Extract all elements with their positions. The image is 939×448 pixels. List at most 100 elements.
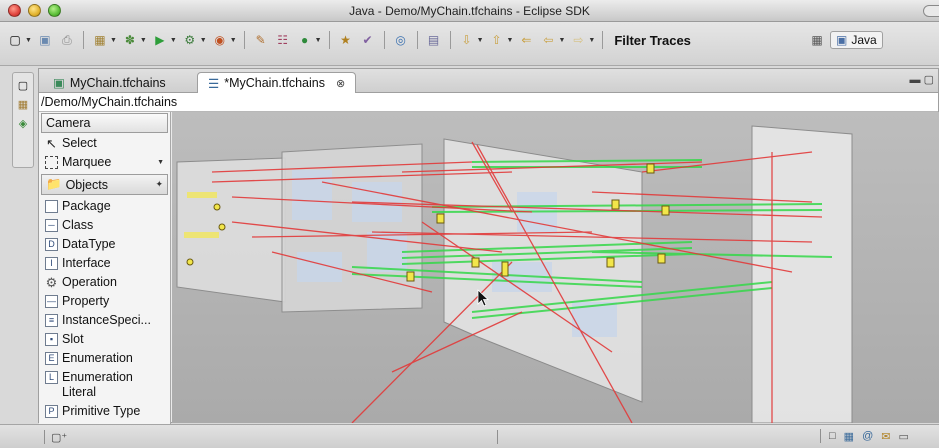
trace-visualization	[172, 112, 939, 423]
chevron-down-icon[interactable]: ▼	[110, 37, 117, 44]
palette-item-interface[interactable]: I Interface	[39, 254, 170, 273]
perspective-switcher: ▦ ▣ Java	[808, 29, 883, 51]
java-perspective-button[interactable]: ▣ Java	[830, 31, 883, 49]
palette-item-property[interactable]: — Property	[39, 292, 170, 311]
palette-item-primitive-type[interactable]: P Primitive Type	[39, 402, 170, 421]
palette-item-label: DataType	[62, 237, 116, 251]
hierarchy-icon[interactable]: ▦	[91, 31, 109, 49]
tab-mychain-dirty[interactable]: ☰ *MyChain.tfchains ⊗	[197, 72, 357, 93]
open-type-icon[interactable]: ★	[337, 31, 355, 49]
new-wizard-icon[interactable]: ▢	[6, 31, 24, 49]
package-icon	[45, 200, 58, 213]
javadoc-icon[interactable]: @	[862, 430, 873, 442]
restore-view-icon[interactable]: □	[829, 430, 836, 442]
interface-icon: I	[45, 257, 58, 270]
tfchains-file-icon: ▣	[53, 76, 65, 90]
forward-icon[interactable]: ⇨	[569, 31, 587, 49]
palette-item-label: Operation	[62, 275, 117, 289]
pin-icon[interactable]: ✦	[155, 179, 163, 190]
palette-item-label: Package	[62, 199, 111, 213]
palette-item-class[interactable]: ─ Class	[39, 216, 170, 235]
tab-mychain[interactable]: ▣ MyChain.tfchains	[43, 72, 176, 93]
palette-drawer-objects[interactable]: 📁 Objects ✦	[41, 174, 168, 195]
palette-item-enumeration[interactable]: E Enumeration	[39, 349, 170, 368]
model-plane[interactable]	[751, 125, 853, 423]
toggle-annotation-icon[interactable]: ▤	[425, 31, 443, 49]
slot-icon: ▪	[45, 333, 58, 346]
palette-item-datatype[interactable]: D DataType	[39, 235, 170, 254]
package-explorer-icon[interactable]: ▦	[13, 98, 33, 111]
open-perspective-icon[interactable]: ▦	[808, 31, 826, 49]
next-annotation-icon[interactable]: ⇩	[458, 31, 476, 49]
instance-specification-icon: ≡	[45, 314, 58, 327]
new-package-icon[interactable]: ☷	[274, 31, 292, 49]
chevron-down-icon[interactable]: ▼	[157, 155, 164, 170]
monitor-icon[interactable]: ▭	[898, 430, 908, 443]
tool-palette: Camera ↖ Select Marquee ▼ 📁 Objects ✦ Pa…	[39, 112, 171, 424]
primitive-type-icon: P	[45, 405, 58, 418]
declaration-icon[interactable]: ✉	[881, 430, 890, 443]
minimize-maximize-icon[interactable]: ▬ ▢	[910, 73, 934, 86]
cursor-arrow-icon: ↖	[46, 136, 57, 151]
status-bar: ▢⁺ □ ▦ @ ✉ ▭	[0, 424, 939, 448]
close-icon[interactable]: ⊗	[336, 77, 345, 90]
palette-item-package[interactable]: Package	[39, 197, 170, 216]
previous-annotation-icon[interactable]: ⇧	[488, 31, 506, 49]
search-icon[interactable]: ✔	[359, 31, 377, 49]
palette-item-label: Enumeration Literal	[62, 370, 133, 399]
back-icon[interactable]: ⇦	[539, 31, 557, 49]
model-plane[interactable]	[281, 143, 423, 313]
chevron-down-icon[interactable]: ▼	[315, 37, 322, 44]
chevron-down-icon[interactable]: ▼	[200, 37, 207, 44]
tab-label: MyChain.tfchains	[69, 75, 166, 90]
palette-tool-marquee[interactable]: Marquee ▼	[39, 153, 170, 172]
palette-item-instance-specification[interactable]: ≡ InstanceSpeci...	[39, 311, 170, 330]
property-icon: —	[45, 295, 58, 308]
main-toolbar: ▢ ▼ ▣ ⎙ ▦ ▼ ✽ ▼ ▶ ▼ ⚙ ▼ ◉ ▼ ✎ ☷ ● ▼ ★ ✔ ◎ ▤ ⇩ ▼ …	[0, 22, 939, 66]
palette-item-operation[interactable]: ⚙ Operation	[39, 273, 170, 292]
chevron-down-icon[interactable]: ▼	[507, 37, 514, 44]
hierarchy-view-icon[interactable]: ◈	[13, 117, 33, 130]
palette-item-slot[interactable]: ▪ Slot	[39, 330, 170, 349]
external-tools-icon[interactable]: ⚙	[181, 31, 199, 49]
palette-item-label: Enumeration	[62, 351, 133, 365]
palette-item-label: Interface	[62, 256, 111, 270]
toolbar-toggle-button[interactable]	[923, 5, 939, 17]
restore-icon[interactable]: ▢	[13, 79, 33, 92]
chevron-down-icon[interactable]: ▼	[230, 37, 237, 44]
save-icon[interactable]: ▣	[36, 31, 54, 49]
enumeration-literal-icon: L	[45, 371, 58, 384]
debug-icon[interactable]: ✽	[121, 31, 139, 49]
palette-tool-select[interactable]: ↖ Select	[39, 134, 170, 153]
minimized-view-stack: ▢ ▦ ◈	[12, 72, 34, 168]
print-icon[interactable]: ⎙	[58, 31, 76, 49]
palette-header[interactable]: Camera	[41, 113, 168, 133]
palette-item-label: Slot	[62, 332, 84, 346]
datatype-icon: D	[45, 238, 58, 251]
enumeration-icon: E	[45, 352, 58, 365]
marquee-icon	[45, 156, 58, 169]
new-project-icon[interactable]: ✎	[252, 31, 270, 49]
console-icon[interactable]: ▦	[844, 430, 854, 443]
palette-item-label: Class	[62, 218, 94, 232]
web-browser-icon[interactable]: ◎	[392, 31, 410, 49]
palette-item-enumeration-literal[interactable]: L Enumeration Literal	[39, 368, 170, 402]
coverage-icon[interactable]: ◉	[211, 31, 229, 49]
chevron-down-icon[interactable]: ▼	[477, 37, 484, 44]
new-class-icon[interactable]: ●	[296, 31, 314, 49]
trace-3d-canvas[interactable]	[172, 112, 939, 423]
fast-view-icon[interactable]: ▢⁺	[51, 431, 67, 444]
chevron-down-icon[interactable]: ▼	[170, 37, 177, 44]
run-icon[interactable]: ▶	[151, 31, 169, 49]
chevron-down-icon[interactable]: ▼	[140, 37, 147, 44]
chevron-down-icon[interactable]: ▼	[558, 37, 565, 44]
filter-traces-button[interactable]: Filter Traces	[610, 33, 695, 48]
chevron-down-icon[interactable]: ▼	[25, 37, 32, 44]
editor-tab-bar: ▣ MyChain.tfchains ☰ *MyChain.tfchains ⊗…	[39, 69, 938, 93]
chevron-down-icon[interactable]: ▼	[588, 37, 595, 44]
java-perspective-label: Java	[851, 33, 877, 47]
window-title-bar: Java - Demo/MyChain.tfchains - Eclipse S…	[0, 0, 939, 22]
last-edit-location-icon[interactable]: ⇐	[517, 31, 535, 49]
tab-label: *MyChain.tfchains	[224, 76, 325, 90]
palette-item-label: Select	[62, 136, 97, 150]
